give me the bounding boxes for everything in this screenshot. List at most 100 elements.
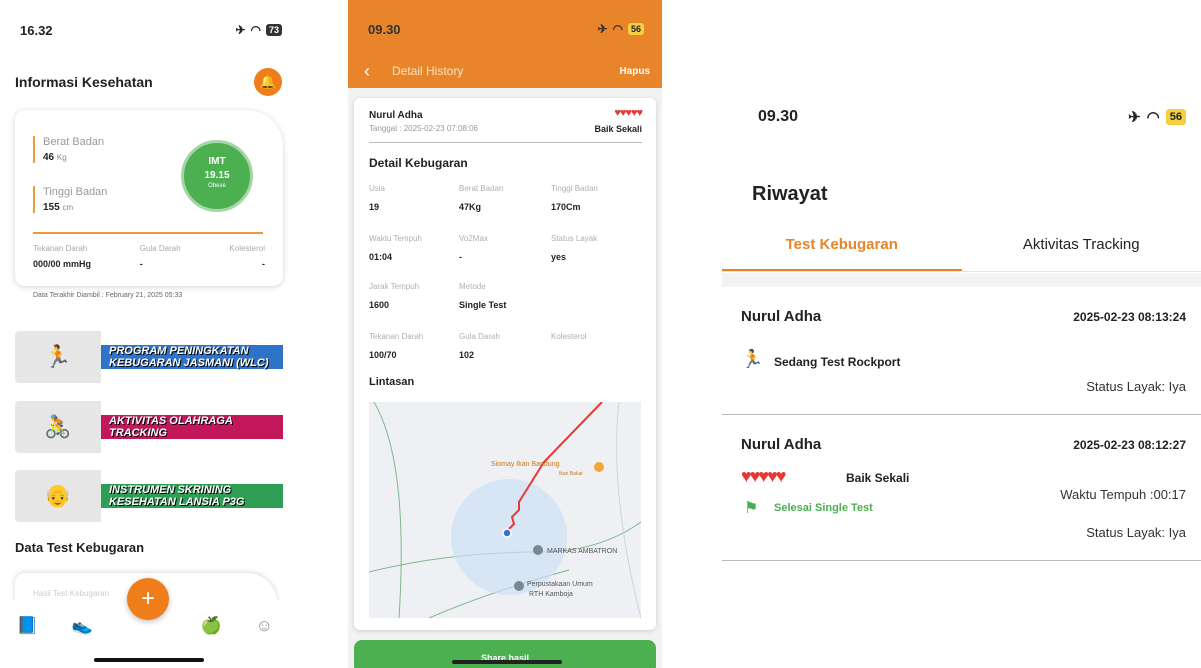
section-title: Data Test Kebugaran — [15, 540, 145, 555]
record-name: Nurul Adha — [741, 436, 822, 453]
running-icon: 🏃 — [741, 349, 764, 369]
cholesterol-value: - — [262, 259, 265, 269]
status-bar: 09.30 ✈ ◠ 56 — [722, 108, 1201, 126]
detail-title: Detail Kebugaran — [369, 156, 468, 170]
banner-lansia[interactable]: 👴 INSTRUMEN SKRINING KESEHATAN LANSIA P3… — [15, 470, 283, 522]
vitals-row: Tekanan Darah 000/00 mmHg Gula Darah - K… — [33, 244, 265, 269]
blood-pressure: Tekanan Darah 000/00 mmHg — [33, 244, 91, 269]
flag-icon: ⚑ — [744, 500, 759, 517]
battery-icon: 56 — [1165, 109, 1186, 125]
battery-icon: 56 — [627, 23, 644, 35]
airplane-icon: ✈ — [597, 22, 608, 36]
blood-sugar-label: Gula Darah — [139, 244, 181, 253]
map-label-siomay: Siomay Ikan Bandung — [491, 461, 560, 468]
nav-bar: ‹ Detail History Hapus — [348, 58, 662, 84]
back-chevron-icon[interactable]: ‹ — [364, 61, 370, 82]
field-waktu: Waktu Tempuh 01:04 — [369, 234, 422, 262]
record-layak: Status Layak: Iya — [1086, 379, 1186, 394]
list-item[interactable]: Nurul Adha 2025-02-23 08:12:27 ♥♥♥♥♥ Bai… — [722, 415, 1201, 561]
height-metric: Tinggi Badan 155 cm — [33, 186, 107, 213]
lintasan-title: Lintasan — [369, 376, 415, 388]
wifi-icon: ◠ — [612, 22, 623, 36]
airplane-icon: ✈ — [1128, 109, 1141, 126]
tab-profile-icon[interactable]: ☺ — [256, 616, 273, 668]
status-icons: ✈ ◠ 56 — [597, 22, 644, 36]
home-screen: 16.32 ✈ ◠ 73 Informasi Kesehatan 🔔 Berat… — [0, 0, 300, 668]
field-kolesterol: Kolesterol — [551, 332, 587, 341]
status-time: 09.30 — [368, 21, 401, 37]
hearts-rating-icon: ♥♥♥♥♥ — [741, 466, 786, 486]
field-tekanan: Tekanan Darah 100/70 — [369, 332, 424, 360]
banner-tracking[interactable]: 🚴 AKTIVITAS OLAHRAGA TRACKING — [15, 401, 283, 453]
field-jarak: Jarak Tempuh 1600 — [369, 282, 420, 310]
test-date: Tanggal : 2025-02-23 07:08:06 — [369, 124, 478, 133]
divider — [369, 142, 642, 143]
orange-header: 09.30 ✈ ◠ 56 ‹ Detail History Hapus — [348, 0, 662, 88]
detail-card: Nurul Adha Tanggal : 2025-02-23 07:08:06… — [354, 98, 656, 630]
map-canvas: Siomay Ikan Bandung Ikan Bakar MARKAS AM… — [369, 402, 641, 618]
tab-home-book-icon[interactable]: 📘 — [17, 616, 38, 668]
cholesterol: Kolesterol - — [229, 244, 265, 269]
wifi-icon: ◠ — [1146, 109, 1160, 126]
list-item[interactable]: Nurul Adha 2025-02-23 08:13:24 🏃 Sedang … — [722, 287, 1201, 415]
tab-test-kebugaran[interactable]: Test Kebugaran — [722, 226, 962, 271]
battery-icon: 73 — [265, 24, 282, 36]
status-bar: 09.30 ✈ ◠ 56 — [348, 0, 662, 58]
map-label-markas: MARKAS AMBATRON — [547, 548, 617, 555]
last-data-text: Data Terakhir Diambil : February 21, 202… — [33, 292, 183, 299]
map-label-siomay-sub: Ikan Bakar — [559, 471, 583, 477]
height-label: Tinggi Badan — [43, 186, 108, 198]
elderly-illustration-icon: 👴 — [15, 470, 101, 522]
detail-history-screen: 09.30 ✈ ◠ 56 ‹ Detail History Hapus Nuru… — [348, 0, 662, 668]
imt-status: Obese — [208, 183, 226, 189]
blood-pressure-value: 000/00 mmHg — [33, 259, 92, 269]
banner-wlc-text: PROGRAM PENINGKATAN KEBUGARAN JASMANI (W… — [101, 345, 283, 369]
tab-bar: Test Kebugaran Aktivitas Tracking — [722, 226, 1201, 272]
add-button[interactable]: + — [127, 578, 169, 620]
airplane-icon: ✈ — [235, 23, 246, 37]
notification-bell-icon[interactable]: 🔔 — [254, 68, 282, 96]
page-title: Riwayat — [752, 183, 828, 205]
map-label-perpus-sub: RTH Kamboja — [529, 591, 573, 598]
divider — [33, 232, 263, 234]
weight-value: 46 Kg — [43, 152, 67, 163]
route-map[interactable]: Siomay Ikan Bandung Ikan Bakar MARKAS AM… — [369, 402, 641, 618]
record-name: Nurul Adha — [741, 308, 822, 325]
blood-sugar: Gula Darah - — [140, 244, 181, 269]
tab-shoe-icon[interactable]: 👟 — [72, 616, 93, 668]
home-indicator — [94, 658, 204, 662]
rating-label: Baik Sekali — [594, 124, 642, 134]
wifi-icon: ◠ — [250, 23, 261, 37]
height-value: 155 cm — [43, 202, 74, 213]
banner-tracking-text: AKTIVITAS OLAHRAGA TRACKING — [101, 415, 283, 439]
home-indicator — [452, 660, 562, 664]
page-title: Informasi Kesehatan — [15, 74, 153, 90]
field-vo2max: Vo2Max - — [459, 234, 488, 262]
field-metode: Metode Single Test — [459, 282, 507, 310]
blood-pressure-label: Tekanan Darah — [33, 244, 88, 253]
field-gula: Gula Darah 102 — [459, 332, 500, 360]
weight-label: Berat Badan — [43, 136, 105, 148]
banner-wlc[interactable]: 🏃 PROGRAM PENINGKATAN KEBUGARAN JASMANI … — [15, 331, 283, 383]
weight-metric: Berat Badan 46 Kg — [33, 136, 104, 163]
field-tinggi: Tinggi Badan 170Cm — [551, 184, 598, 212]
fitness-illustration-icon: 🏃 — [15, 331, 101, 383]
user-name: Nurul Adha — [369, 110, 423, 121]
delete-button[interactable]: Hapus — [619, 66, 650, 77]
field-usia: Usia 19 — [369, 184, 386, 212]
status-time: 16.32 — [20, 22, 53, 38]
header: Informasi Kesehatan 🔔 — [0, 60, 300, 104]
tab-aktivitas-tracking[interactable]: Aktivitas Tracking — [962, 226, 1201, 271]
cholesterol-label: Kolesterol — [229, 244, 265, 253]
list-spacer — [722, 273, 1201, 287]
status-icons: ✈ ◠ 73 — [235, 23, 282, 37]
record-rating: Baik Sekali — [846, 471, 910, 485]
health-summary-card[interactable]: Berat Badan 46 Kg Tinggi Badan 155 cm IM… — [15, 110, 283, 299]
imt-value: 19.15 — [204, 170, 230, 181]
imt-label: IMT — [208, 156, 226, 167]
record-waktu: Waktu Tempuh :00:17 — [1060, 487, 1186, 502]
record-status: Sedang Test Rockport — [774, 355, 901, 369]
blood-sugar-value: - — [139, 259, 143, 269]
record-date: 2025-02-23 08:12:27 — [1073, 438, 1186, 452]
record-status: Selesai Single Test — [774, 502, 873, 514]
